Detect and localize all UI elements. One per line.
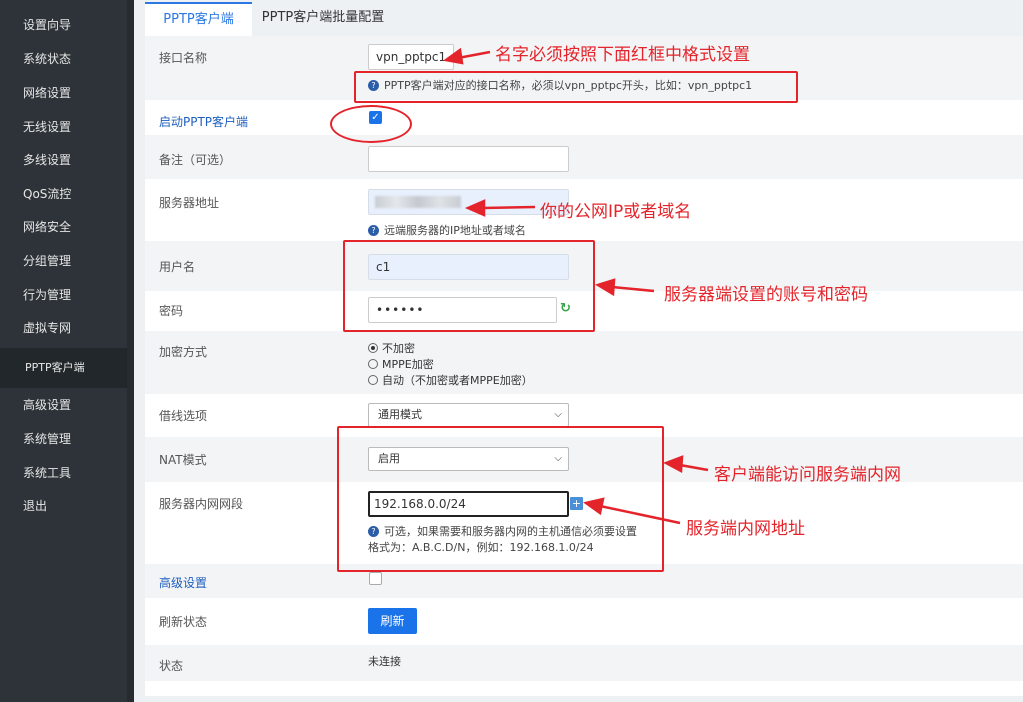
label-advanced: 高级设置 [159,576,208,590]
sidebar-item-system-status[interactable]: 系统状态 [0,42,127,76]
label-nat-mode: NAT模式 [159,453,207,467]
label-status: 状态 [159,659,184,673]
tab-pptp-batch-config[interactable]: PPTP客户端批量配置 [255,2,391,36]
annotation-nat-note: 客户端能访问服务端内网 [714,465,901,485]
encryption-option-none-label: 不加密 [382,342,415,355]
encryption-option-auto[interactable]: 自动（不加密或者MPPE加密） [368,372,533,388]
sidebar-item-multiline[interactable]: 多线设置 [0,143,127,177]
label-line-option: 借线选项 [159,409,208,423]
sidebar-item-setup-wizard[interactable]: 设置向导 [0,8,127,42]
sidebar-item-wireless[interactable]: 无线设置 [0,110,127,144]
line-option-select[interactable]: 通用模式 ⌵ [368,403,569,427]
row-status [145,645,1023,681]
encryption-option-mppe-label: MPPE加密 [382,358,434,371]
tab-pptp-client[interactable]: PPTP客户端 [145,2,252,36]
label-username: 用户名 [159,260,196,274]
annotation-account-box [343,240,595,332]
label-enable-pptp: 启动PPTP客户端 [159,115,249,129]
annotation-server-note: 你的公网IP或者域名 [540,202,692,222]
sidebar-item-vpn[interactable]: 虚拟专网 [0,311,127,345]
annotation-subnet-box [337,426,664,572]
row-encryption [145,331,1023,394]
radio-icon [368,375,378,385]
annotation-name-note: 名字必须按照下面红框中格式设置 [495,45,750,65]
server-address-help: ? 远端服务器的IP地址或者域名 [368,222,526,238]
radio-icon [368,359,378,369]
sidebar-item-logout[interactable]: 退出 [0,489,127,523]
encryption-option-auto-label: 自动（不加密或者MPPE加密） [382,374,533,387]
label-server-address: 服务器地址 [159,196,220,210]
status-value: 未连接 [368,655,401,668]
sidebar-item-groups[interactable]: 分组管理 [0,244,127,278]
sidebar: 设置向导 系统状态 网络设置 无线设置 多线设置 QoS流控 网络安全 分组管理… [0,0,134,702]
row-remark [145,135,1023,179]
label-interface-name: 接口名称 [159,51,208,65]
main-content: PPTP客户端 PPTP客户端批量配置 接口名称 启动PPTP客户端 备注（可选… [145,0,1023,702]
label-password: 密码 [159,304,184,318]
sidebar-item-qos[interactable]: QoS流控 [0,177,127,211]
row-enable [145,100,1023,135]
interface-name-input[interactable]: vpn_pptpc1 [368,44,454,70]
refresh-button[interactable]: 刷新 [368,608,417,634]
sidebar-item-network-settings[interactable]: 网络设置 [0,76,127,110]
annotation-subnet-note: 服务端内网地址 [686,519,805,539]
line-option-value: 通用模式 [378,408,422,421]
label-remark: 备注（可选） [159,153,232,167]
chevron-down-icon: ⌵ [554,409,562,420]
annotation-checkbox-oval [330,105,412,143]
annotation-help-box [354,71,798,103]
help-icon: ? [368,225,379,236]
sidebar-item-system-tools[interactable]: 系统工具 [0,456,127,490]
label-encryption: 加密方式 [159,345,208,359]
sidebar-item-system-management[interactable]: 系统管理 [0,422,127,456]
encryption-option-none[interactable]: 不加密 [368,340,415,356]
advanced-checkbox[interactable] [369,572,382,585]
settings-panel: 接口名称 启动PPTP客户端 备注（可选） 服务器地址 用户名 密码 加密方式 … [145,36,1023,696]
row-refresh-status [145,598,1023,645]
annotation-account-note: 服务器端设置的账号和密码 [664,285,868,305]
label-server-subnet: 服务器内网网段 [159,497,244,511]
tab-bar: PPTP客户端 PPTP客户端批量配置 [145,0,1023,36]
sidebar-item-pptp-client[interactable]: PPTP客户端 [0,348,127,388]
label-refresh-status: 刷新状态 [159,615,208,629]
radio-selected-icon [368,343,378,353]
server-address-input[interactable] [368,189,569,215]
server-address-help-text: 远端服务器的IP地址或者域名 [384,224,526,237]
encryption-option-mppe[interactable]: MPPE加密 [368,356,434,372]
redacted-address [375,196,461,208]
remark-input[interactable] [368,146,569,172]
sidebar-item-behavior[interactable]: 行为管理 [0,278,127,312]
sidebar-edge [127,0,134,702]
sidebar-item-advanced[interactable]: 高级设置 [0,388,127,422]
sidebar-item-security[interactable]: 网络安全 [0,210,127,244]
